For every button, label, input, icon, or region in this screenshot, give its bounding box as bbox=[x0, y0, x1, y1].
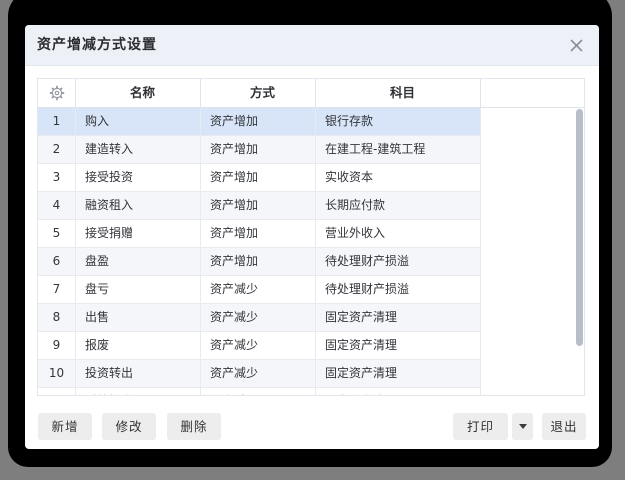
table-cell-row-number[interactable]: 2 bbox=[38, 136, 76, 164]
table-cell-subject[interactable]: 待处理财产损溢 bbox=[316, 276, 481, 304]
table-cell-subject[interactable]: 固定资产清理 bbox=[316, 388, 481, 395]
table-cell-row-number[interactable]: 9 bbox=[38, 332, 76, 360]
table-cell-subject[interactable]: 营业外收入 bbox=[316, 220, 481, 248]
table-row[interactable]: 10 投资转出 资产减少 固定资产清理 bbox=[38, 360, 584, 388]
table-cell-method[interactable]: 资产减少 bbox=[201, 276, 316, 304]
table-row[interactable]: 4 融资租入 资产增加 长期应付款 bbox=[38, 192, 584, 220]
table-cell-name[interactable]: 盘亏 bbox=[76, 276, 201, 304]
table-cell-subject[interactable]: 在建工程-建筑工程 bbox=[316, 136, 481, 164]
table-cell-filler bbox=[481, 248, 584, 276]
table-cell-name[interactable]: 报废 bbox=[76, 332, 201, 360]
table-row[interactable]: 2 建造转入 资产增加 在建工程-建筑工程 bbox=[38, 136, 584, 164]
table-cell-filler bbox=[481, 108, 584, 136]
table-cell-method[interactable]: 资产减少 bbox=[201, 332, 316, 360]
table-cell-method[interactable]: 资产增加 bbox=[201, 108, 316, 136]
table-cell-subject[interactable]: 待处理财产损溢 bbox=[316, 248, 481, 276]
table-body: 1 购入 资产增加 银行存款 2 建造转入 资产增加 在建工程-建筑工程 3 接… bbox=[38, 108, 584, 395]
modify-button[interactable]: 修改 bbox=[102, 413, 156, 440]
table-cell-subject[interactable]: 长期应付款 bbox=[316, 192, 481, 220]
table-header-row: 名称 方式 科目 bbox=[38, 79, 584, 108]
table-cell-name[interactable]: 接受捐赠 bbox=[76, 220, 201, 248]
table-cell-name[interactable]: 投资转出 bbox=[76, 360, 201, 388]
column-header-subject[interactable]: 科目 bbox=[316, 79, 481, 107]
table-cell-method[interactable]: 资产增加 bbox=[201, 192, 316, 220]
table-row[interactable]: 7 盘亏 资产减少 待处理财产损溢 bbox=[38, 276, 584, 304]
table-cell-row-number[interactable]: 7 bbox=[38, 276, 76, 304]
table-cell-filler bbox=[481, 332, 584, 360]
table-cell-method[interactable]: 资产增加 bbox=[201, 136, 316, 164]
table-cell-filler bbox=[481, 360, 584, 388]
table-cell-name[interactable]: 接受投资 bbox=[76, 164, 201, 192]
table-row[interactable]: 1 购入 资产增加 银行存款 bbox=[38, 108, 584, 136]
delete-button[interactable]: 删除 bbox=[167, 413, 221, 440]
table-cell-filler bbox=[481, 164, 584, 192]
table-cell-subject[interactable]: 实收资本 bbox=[316, 164, 481, 192]
close-icon[interactable] bbox=[568, 37, 585, 54]
table-cell-name[interactable]: 建造转入 bbox=[76, 136, 201, 164]
table-cell-method[interactable]: 资产减少 bbox=[201, 388, 316, 395]
table-cell-row-number[interactable]: 3 bbox=[38, 164, 76, 192]
table-cell-row-number[interactable]: 6 bbox=[38, 248, 76, 276]
dialog-title: 资产增减方式设置 bbox=[37, 25, 157, 65]
table-cell-filler bbox=[481, 304, 584, 332]
table-cell-method[interactable]: 资产减少 bbox=[201, 304, 316, 332]
table-cell-filler bbox=[481, 220, 584, 248]
table-cell-name[interactable]: 出售 bbox=[76, 304, 201, 332]
table-cell-method[interactable]: 资产增加 bbox=[201, 248, 316, 276]
table-cell-row-number[interactable]: 5 bbox=[38, 220, 76, 248]
table-cell-filler bbox=[481, 136, 584, 164]
asset-method-settings-dialog: 资产增减方式设置 bbox=[25, 25, 599, 449]
column-header-method[interactable]: 方式 bbox=[201, 79, 316, 107]
table-row[interactable]: 8 出售 资产减少 固定资产清理 bbox=[38, 304, 584, 332]
table-cell-method[interactable]: 资产减少 bbox=[201, 360, 316, 388]
table-cell-name[interactable]: 盘盈 bbox=[76, 248, 201, 276]
table-row[interactable]: 11 对外捐赠 资产减少 固定资产清理 bbox=[38, 388, 584, 395]
table-cell-subject[interactable]: 固定资产清理 bbox=[316, 332, 481, 360]
table-cell-subject[interactable]: 固定资产清理 bbox=[316, 304, 481, 332]
table-cell-method[interactable]: 资产增加 bbox=[201, 220, 316, 248]
vertical-scrollbar-thumb[interactable] bbox=[576, 109, 583, 346]
column-settings-header[interactable] bbox=[38, 79, 76, 107]
table-cell-filler bbox=[481, 276, 584, 304]
column-header-filler bbox=[481, 79, 584, 107]
table-cell-row-number[interactable]: 4 bbox=[38, 192, 76, 220]
table-cell-name[interactable]: 购入 bbox=[76, 108, 201, 136]
asset-methods-table: 名称 方式 科目 1 购入 资产增加 银行存款 2 建造转入 资产增加 在建工程… bbox=[37, 78, 585, 396]
table-cell-row-number[interactable]: 11 bbox=[38, 388, 76, 395]
table-cell-subject[interactable]: 固定资产清理 bbox=[316, 360, 481, 388]
table-cell-row-number[interactable]: 10 bbox=[38, 360, 76, 388]
table-row[interactable]: 9 报废 资产减少 固定资产清理 bbox=[38, 332, 584, 360]
table-cell-name[interactable]: 对外捐赠 bbox=[76, 388, 201, 395]
table-cell-name[interactable]: 融资租入 bbox=[76, 192, 201, 220]
table-row[interactable]: 3 接受投资 资产增加 实收资本 bbox=[38, 164, 584, 192]
table-cell-row-number[interactable]: 8 bbox=[38, 304, 76, 332]
print-button[interactable]: 打印 bbox=[453, 413, 508, 440]
print-dropdown-button[interactable] bbox=[512, 413, 533, 440]
table-cell-subject[interactable]: 银行存款 bbox=[316, 108, 481, 136]
table-cell-filler bbox=[481, 388, 584, 395]
exit-button[interactable]: 退出 bbox=[542, 413, 586, 440]
add-button[interactable]: 新增 bbox=[38, 413, 92, 440]
dropdown-arrow-icon bbox=[519, 424, 527, 429]
dialog-titlebar: 资产增减方式设置 bbox=[25, 25, 599, 66]
table-cell-filler bbox=[481, 192, 584, 220]
table-row[interactable]: 6 盘盈 资产增加 待处理财产损溢 bbox=[38, 248, 584, 276]
table-cell-row-number[interactable]: 1 bbox=[38, 108, 76, 136]
gear-icon[interactable] bbox=[38, 79, 75, 107]
column-header-name[interactable]: 名称 bbox=[76, 79, 201, 107]
table-row[interactable]: 5 接受捐赠 资产增加 营业外收入 bbox=[38, 220, 584, 248]
table-cell-method[interactable]: 资产增加 bbox=[201, 164, 316, 192]
